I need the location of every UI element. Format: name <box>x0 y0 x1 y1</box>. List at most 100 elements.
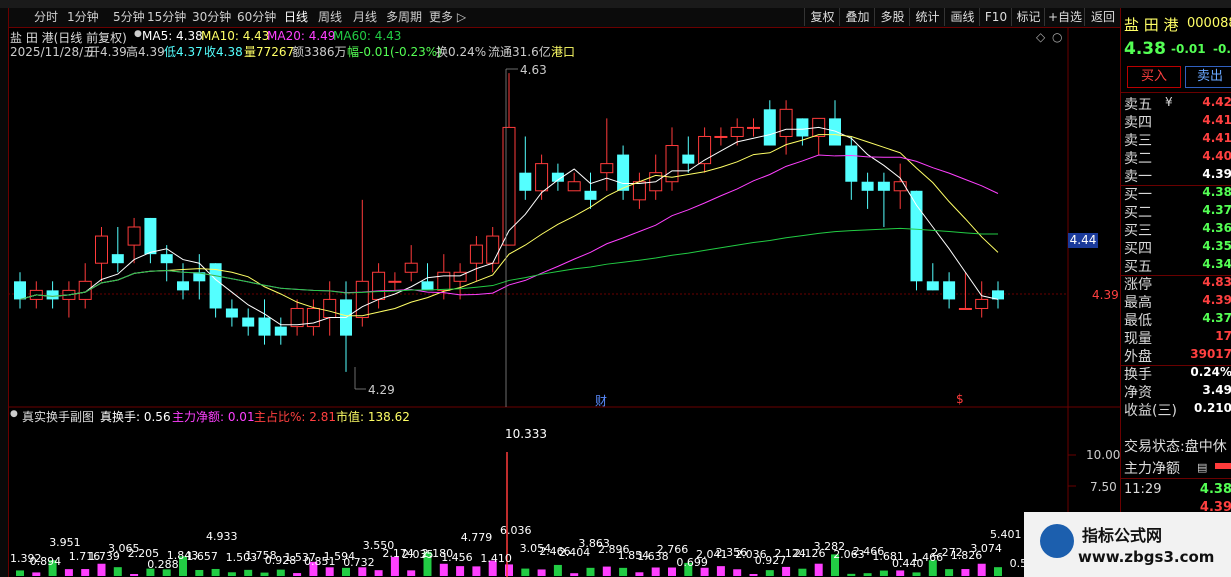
header-amount: 额3386万 <box>292 45 347 59</box>
tf-30min[interactable]: 30分钟 <box>192 9 231 26</box>
candle <box>632 172 646 209</box>
volume-bar <box>798 568 807 576</box>
volume-bar <box>994 567 1002 576</box>
subchart-collapse-icon[interactable]: ● <box>10 409 18 419</box>
volume-bar <box>977 563 986 576</box>
s-marker[interactable]: $ <box>956 392 964 406</box>
yen-icon: ¥ <box>1165 95 1173 109</box>
volume-bar <box>244 569 253 576</box>
candles-group <box>14 73 1004 372</box>
tf-15min[interactable]: 15分钟 <box>147 9 186 26</box>
btn-duogu[interactable]: 多股 <box>874 8 910 26</box>
low-price-mark: 4.29 <box>368 383 395 397</box>
high-price-mark: 4.63 <box>520 63 547 77</box>
sell-level: 卖三 4.41 <box>1121 130 1231 149</box>
stat-row: 换手 0.24% <box>1121 364 1231 383</box>
header-sector: 港口 <box>551 45 576 59</box>
level-value: 17 <box>1215 329 1231 343</box>
cai-marker[interactable]: 财 <box>595 392 607 409</box>
tf-5min[interactable]: 5分钟 <box>113 9 145 26</box>
candle <box>355 199 369 327</box>
sell-level: 卖四 4.41 <box>1121 112 1231 131</box>
tf-monthly[interactable]: 月线 <box>353 9 377 26</box>
btn-huaxian[interactable]: 画线 <box>944 8 980 26</box>
btn-diejia[interactable]: 叠加 <box>839 8 875 26</box>
buy-level: 买三 4.36 <box>1121 220 1231 239</box>
btn-fanhui[interactable]: 返回 <box>1084 8 1121 26</box>
volume-bar <box>130 574 139 576</box>
ma60-label: MA60: 4.43 <box>333 29 402 43</box>
header-low: 低4.37 <box>164 45 203 59</box>
level-label: 净资 <box>1124 385 1152 401</box>
subchart-axis-10: 10.00 <box>1086 448 1121 462</box>
candle <box>388 272 402 291</box>
tf-multi[interactable]: 多周期 <box>386 9 422 26</box>
tf-60min[interactable]: 60分钟 <box>237 9 276 26</box>
level-value: 4.37 <box>1202 311 1231 325</box>
ma10-label: MA10: 4.43 <box>201 29 270 43</box>
top-strip <box>0 0 1231 8</box>
stock-change: -0.01 <box>1171 42 1206 56</box>
buy-button[interactable]: 买入 <box>1127 66 1181 88</box>
subchart-value-label: 3.951 <box>49 536 81 550</box>
tf-1min[interactable]: 1分钟 <box>67 9 99 26</box>
kline-chart-area[interactable]: 盐 田 港(日线 前复权) ● MA5: 4.38 MA10: 4.43 MA2… <box>8 27 1120 577</box>
sell-level: 卖五 ¥4.42 <box>1121 94 1231 113</box>
subchart-value-label: 1.456 <box>441 551 473 565</box>
btn-f10[interactable]: F10 <box>979 8 1012 26</box>
volume-bar <box>586 567 595 576</box>
stock-name: 盐 田 港 <box>1124 16 1179 34</box>
jingue-icon: ▤ <box>1197 461 1208 474</box>
kline-svg <box>8 27 1120 577</box>
ma20-label: MA20: 4.49 <box>267 29 336 43</box>
volume-bar <box>293 573 302 576</box>
level-label: 外盘 <box>1124 349 1152 365</box>
candle <box>242 308 255 336</box>
stat-row: 最低 4.37 <box>1121 310 1231 329</box>
buy-level: 买一 4.38 <box>1121 184 1231 203</box>
candle <box>584 172 597 209</box>
candle <box>519 136 532 200</box>
level-value: 4.40 <box>1202 149 1231 163</box>
volume-bar <box>553 564 562 576</box>
subchart-value-label: 4.779 <box>460 531 493 545</box>
volume-bar <box>325 567 334 576</box>
diamond-icon[interactable]: ◇ <box>1036 30 1045 44</box>
jingue-label: 主力净额 <box>1124 461 1180 477</box>
subchart-value-label: 3.074 <box>970 541 1002 555</box>
level-value: 4.37 <box>1202 203 1231 217</box>
volume-bar <box>276 569 285 576</box>
stat-row: 现量 17 <box>1121 328 1231 347</box>
watermark: 指标公式网 www.zbgs3.com <box>1024 512 1231 577</box>
jingue-bar <box>1215 463 1231 469</box>
btn-fuquan[interactable]: 复权 <box>804 8 840 26</box>
candle <box>975 281 989 318</box>
volume-bar <box>211 568 220 576</box>
level-label: 最高 <box>1124 295 1152 311</box>
tf-weekly[interactable]: 周线 <box>318 9 342 26</box>
timeframe-bar: 分时 1分钟 5分钟 15分钟 30分钟 60分钟 日线 周线 月线 多周期 更… <box>8 8 1120 28</box>
stock-pct: -0.23% <box>1213 42 1231 56</box>
candle <box>95 227 108 282</box>
volume-bar <box>961 569 970 576</box>
subchart-axis-7: 7.50 <box>1090 480 1117 494</box>
btn-biaoji[interactable]: 标记 <box>1011 8 1045 26</box>
btn-zixuan[interactable]: +自选 <box>1044 8 1085 26</box>
level-value: 4.35 <box>1202 239 1231 253</box>
tf-daily[interactable]: 日线 <box>284 9 308 26</box>
candle <box>290 299 304 336</box>
collapse-icon[interactable]: ○ <box>1052 30 1062 44</box>
tf-more[interactable]: 更多 ▷ <box>429 9 466 26</box>
btn-tongji[interactable]: 统计 <box>909 8 945 26</box>
header-change: 幅-0.01(-0.23%) <box>347 45 442 59</box>
candle <box>404 245 418 282</box>
sell-button[interactable]: 卖出 <box>1185 66 1231 88</box>
buy-level: 买五 4.34 <box>1121 256 1231 275</box>
level-label: 换手 <box>1124 367 1152 383</box>
candle <box>617 145 630 200</box>
header-high: 高4.39 <box>126 45 165 59</box>
level-label: 买一 <box>1124 187 1152 203</box>
tf-fenshi[interactable]: 分时 <box>34 9 58 26</box>
level-label: 卖三 <box>1124 133 1152 149</box>
volume-bar <box>16 570 24 576</box>
